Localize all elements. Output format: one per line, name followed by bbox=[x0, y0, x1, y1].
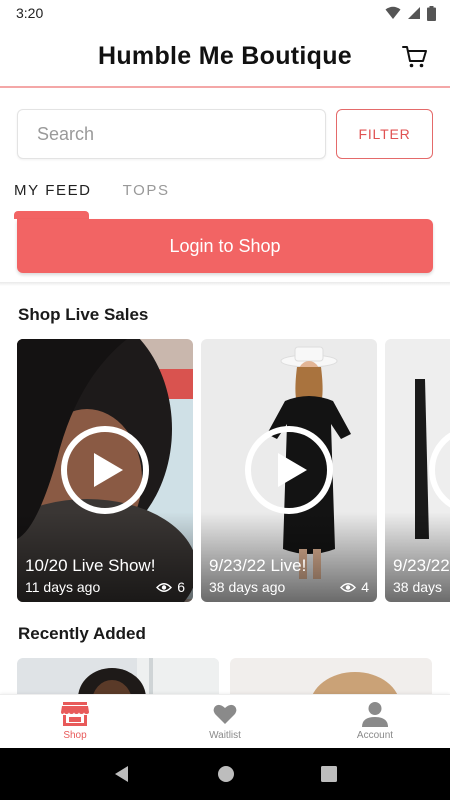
wifi-icon bbox=[385, 6, 401, 19]
nav-shop-label: Shop bbox=[63, 730, 87, 741]
live-sale-age: 11 days ago bbox=[25, 579, 101, 595]
login-to-shop-button[interactable]: Login to Shop bbox=[17, 219, 433, 273]
play-icon[interactable] bbox=[61, 426, 149, 514]
system-nav-bar bbox=[0, 748, 450, 800]
live-sale-title: 9/23/22 bbox=[393, 556, 450, 575]
live-sale-age: 38 days ago bbox=[209, 579, 286, 595]
nav-shop[interactable]: Shop bbox=[0, 695, 150, 748]
recently-added-heading: Recently Added bbox=[18, 624, 146, 643]
store-icon bbox=[61, 702, 89, 726]
live-sale-card[interactable]: 9/23/22 Live! 38 days ago 4 bbox=[201, 339, 377, 602]
live-sales-heading: Shop Live Sales bbox=[18, 305, 149, 324]
status-bar: 3:20 bbox=[0, 0, 450, 26]
home-icon[interactable] bbox=[217, 765, 235, 783]
signal-icon bbox=[408, 7, 420, 19]
view-count-value: 6 bbox=[177, 579, 185, 595]
recently-added-list[interactable] bbox=[17, 658, 450, 694]
nav-account[interactable]: Account bbox=[300, 695, 450, 748]
tab-my-feed[interactable]: MY FEED bbox=[14, 176, 92, 206]
view-count: 4 bbox=[340, 579, 369, 595]
product-card[interactable] bbox=[230, 658, 432, 694]
product-image bbox=[230, 658, 432, 694]
eye-icon bbox=[340, 582, 357, 592]
person-icon bbox=[362, 702, 388, 727]
feed-tabs: MY FEED TOPS bbox=[14, 176, 170, 206]
live-sale-title: 10/20 Live Show! bbox=[25, 556, 156, 575]
bottom-nav: Shop Waitlist Account bbox=[0, 694, 450, 748]
app-title: Humble Me Boutique bbox=[97, 41, 352, 70]
back-icon[interactable] bbox=[113, 765, 131, 783]
nav-waitlist-label: Waitlist bbox=[209, 730, 241, 741]
app-header: Humble Me Boutique bbox=[0, 26, 450, 88]
product-image bbox=[17, 658, 219, 694]
view-count: 6 bbox=[156, 579, 185, 595]
live-sale-card[interactable]: 10/20 Live Show! 11 days ago 6 bbox=[17, 339, 193, 602]
status-time: 3:20 bbox=[16, 5, 44, 21]
status-icons bbox=[385, 5, 436, 21]
tab-active-indicator bbox=[14, 211, 89, 219]
nav-waitlist[interactable]: Waitlist bbox=[150, 695, 300, 748]
play-icon[interactable] bbox=[245, 426, 333, 514]
product-card[interactable] bbox=[17, 658, 219, 694]
filter-button[interactable]: FILTER bbox=[336, 109, 433, 159]
live-sale-title: 9/23/22 Live! bbox=[209, 556, 307, 575]
heart-icon bbox=[213, 704, 237, 724]
nav-account-label: Account bbox=[356, 730, 394, 741]
live-sale-card[interactable]: 9/23/22 38 days bbox=[385, 339, 450, 602]
view-count-value: 4 bbox=[361, 579, 369, 595]
search-input[interactable] bbox=[17, 109, 326, 159]
live-sales-carousel[interactable]: 10/20 Live Show! 11 days ago 6 9/23/22 L… bbox=[17, 339, 450, 602]
cart-icon bbox=[402, 46, 427, 68]
live-sale-age: 38 days bbox=[393, 579, 443, 595]
eye-icon bbox=[156, 582, 173, 592]
cart-button[interactable] bbox=[400, 42, 430, 72]
tab-tops[interactable]: TOPS bbox=[123, 176, 170, 206]
recents-icon[interactable] bbox=[321, 766, 337, 782]
divider bbox=[0, 282, 450, 286]
battery-icon bbox=[427, 5, 436, 21]
